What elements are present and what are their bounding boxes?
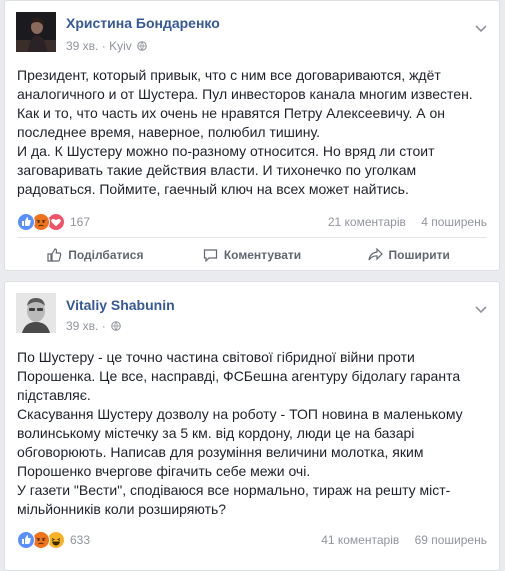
post-paragraph: Скасування Шустеру дозволу на роботу - Т…	[17, 406, 463, 479]
author-avatar[interactable]	[16, 293, 56, 333]
post-text: По Шустеру - це точно частина світової г…	[17, 348, 493, 519]
reactions-summary[interactable]: 633	[17, 531, 90, 549]
thumbs-up-icon	[47, 248, 62, 262]
like-icon	[17, 213, 35, 231]
post-meta: 39 хв. ·	[66, 319, 121, 333]
share-button[interactable]: Поширити	[330, 240, 487, 270]
comment-icon	[203, 249, 217, 262]
comment-button[interactable]: Коментувати	[174, 240, 331, 270]
post-location[interactable]: Kyiv	[109, 39, 132, 53]
reaction-count[interactable]: 633	[70, 533, 90, 547]
author-avatar[interactable]	[16, 12, 56, 52]
share-icon	[367, 248, 383, 261]
post-time[interactable]: 39 хв.	[66, 319, 98, 333]
post-stats: 21 коментарів 4 поширень	[328, 215, 487, 229]
comment-label: Коментувати	[223, 248, 302, 262]
post-text: Президент, который привык, что с ним все…	[17, 66, 493, 199]
post-paragraph: Президент, который привык, что с ним все…	[17, 67, 473, 140]
like-icon	[17, 531, 35, 549]
globe-icon	[111, 320, 121, 331]
divider	[17, 237, 487, 238]
author-name[interactable]: Vitaliy Shabunin	[66, 297, 175, 313]
post-card: Vitaliy Shabunin 39 хв. · По Шустеру - ц…	[4, 281, 500, 571]
post-time[interactable]: 39 хв.	[66, 39, 98, 53]
comment-count[interactable]: 21 коментарів	[328, 215, 406, 229]
share-count[interactable]: 4 поширень	[421, 215, 487, 229]
globe-icon	[137, 40, 147, 51]
share-count[interactable]: 69 поширень	[415, 533, 487, 547]
post-stats: 41 коментарів 69 поширень	[321, 533, 487, 547]
like-label: Поділбатися	[68, 248, 144, 262]
post-actions: Поділбатися Коментувати Поширити	[17, 240, 487, 270]
post-meta: 39 хв. · Kyiv	[66, 39, 147, 53]
like-button[interactable]: Поділбатися	[17, 240, 174, 270]
post-paragraph: По Шустеру - це точно частина світової г…	[17, 349, 461, 403]
author-name[interactable]: Христина Бондаренко	[66, 15, 220, 31]
post-paragraph: У газети "Вести", сподіваюся все нормаль…	[17, 482, 451, 517]
post-paragraph: И да. К Шустеру можно по-разному относит…	[17, 143, 435, 197]
chevron-down-icon[interactable]	[475, 301, 487, 314]
chevron-down-icon[interactable]	[475, 20, 487, 33]
post-card: Христина Бондаренко 39 хв. · Kyiv Презид…	[4, 0, 500, 271]
share-label: Поширити	[388, 248, 450, 262]
reaction-count[interactable]: 167	[70, 215, 90, 229]
reactions-summary[interactable]: 167	[17, 213, 90, 231]
comment-count[interactable]: 41 коментарів	[321, 533, 399, 547]
